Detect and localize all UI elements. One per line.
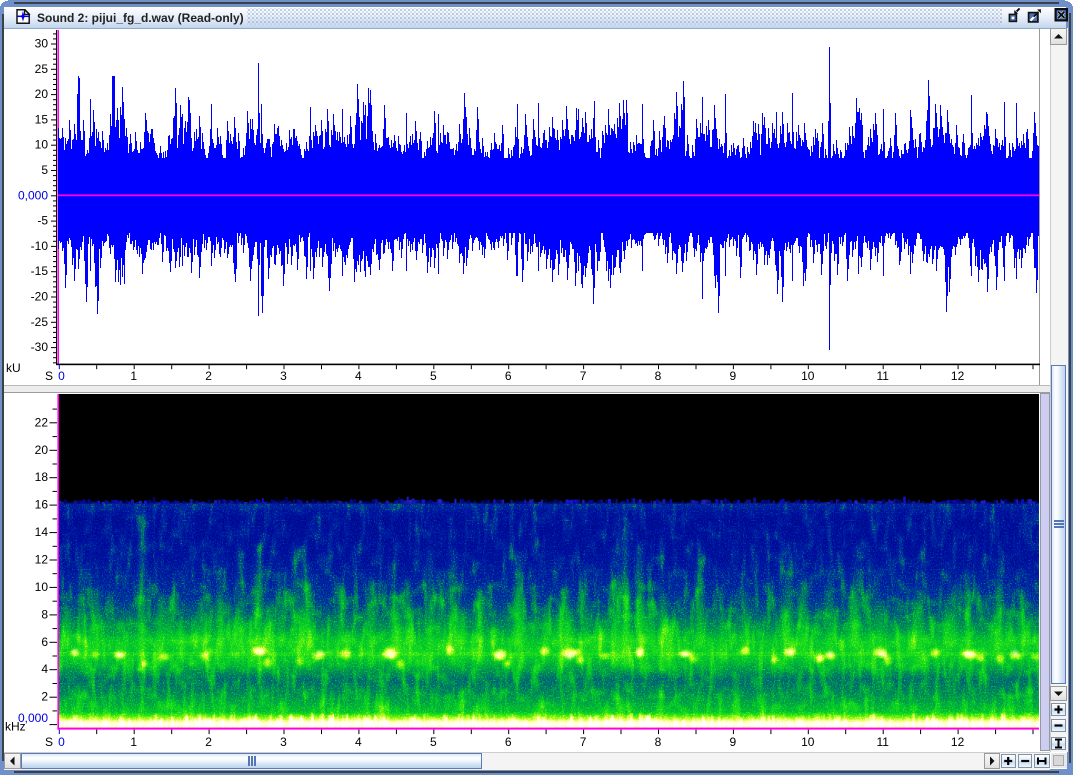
svg-text:6: 6 [41, 635, 48, 649]
svg-text:-10: -10 [31, 239, 49, 253]
svg-text:10: 10 [801, 735, 815, 749]
svg-text:20: 20 [35, 443, 49, 457]
svg-text:10: 10 [35, 138, 49, 152]
svg-text:12: 12 [951, 369, 965, 383]
svg-text:-25: -25 [31, 315, 49, 329]
svg-text:16: 16 [35, 498, 49, 512]
svg-text:S: S [45, 735, 53, 749]
svg-text:14: 14 [35, 525, 49, 539]
svg-text:12: 12 [951, 735, 965, 749]
svg-text:18: 18 [35, 470, 49, 484]
svg-text:0: 0 [58, 369, 65, 383]
svg-text:6: 6 [505, 369, 512, 383]
svg-text:8: 8 [655, 735, 662, 749]
svg-text:0: 0 [58, 735, 65, 749]
svg-text:4: 4 [355, 369, 362, 383]
svg-text:kU: kU [6, 361, 21, 375]
svg-text:2: 2 [41, 690, 48, 704]
svg-text:1: 1 [130, 369, 137, 383]
svg-text:S: S [45, 369, 53, 383]
svg-text:7: 7 [580, 735, 587, 749]
svg-text:2: 2 [205, 369, 212, 383]
svg-text:9: 9 [730, 735, 737, 749]
svg-text:22: 22 [35, 415, 49, 429]
svg-text:25: 25 [35, 62, 49, 76]
svg-text:0,000: 0,000 [18, 188, 48, 202]
svg-text:4: 4 [355, 735, 362, 749]
svg-text:3: 3 [280, 735, 287, 749]
svg-text:5: 5 [430, 369, 437, 383]
svg-text:6: 6 [505, 735, 512, 749]
svg-text:20: 20 [35, 87, 49, 101]
svg-text:-30: -30 [31, 340, 49, 354]
svg-text:3: 3 [280, 369, 287, 383]
svg-text:9: 9 [730, 369, 737, 383]
svg-text:5: 5 [41, 163, 48, 177]
svg-text:5: 5 [430, 735, 437, 749]
svg-text:1: 1 [130, 735, 137, 749]
svg-text:-15: -15 [31, 264, 49, 278]
svg-text:11: 11 [876, 735, 889, 749]
svg-text:15: 15 [35, 112, 49, 126]
svg-text:-20: -20 [31, 290, 49, 304]
svg-text:8: 8 [41, 607, 48, 621]
svg-text:10: 10 [801, 369, 815, 383]
svg-text:4: 4 [41, 662, 48, 676]
svg-text:-5: -5 [37, 214, 48, 228]
svg-text:12: 12 [35, 553, 49, 567]
svg-text:2: 2 [205, 735, 212, 749]
svg-text:kHz: kHz [5, 720, 26, 734]
svg-text:7: 7 [580, 369, 587, 383]
svg-text:30: 30 [35, 37, 49, 51]
svg-text:11: 11 [876, 369, 889, 383]
svg-text:10: 10 [35, 580, 49, 594]
svg-text:8: 8 [655, 369, 662, 383]
